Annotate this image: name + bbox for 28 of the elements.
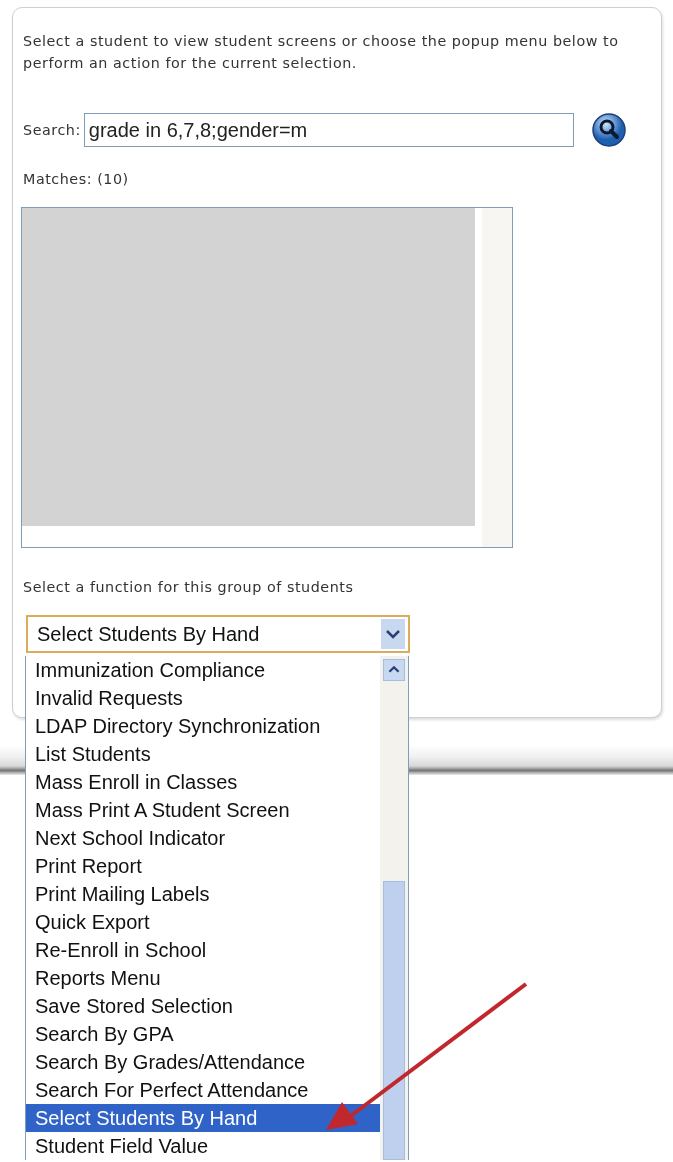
dropdown-option[interactable]: Select Students By Hand	[26, 1104, 380, 1132]
dropdown-option[interactable]: Search For Perfect Attendance	[26, 1076, 380, 1104]
dropdown-option[interactable]: Next School Indicator	[26, 824, 380, 852]
dropdown-option[interactable]: Quick Export	[26, 908, 380, 936]
dropdown-option[interactable]: Mass Enroll in Classes	[26, 768, 380, 796]
dropdown-option[interactable]: Immunization Compliance	[26, 656, 380, 684]
dropdown-option[interactable]: Mass Print A Student Screen	[26, 796, 380, 824]
search-icon[interactable]	[590, 112, 627, 148]
search-label: Search:	[23, 121, 81, 140]
matches-count: Matches: (10)	[23, 170, 130, 189]
search-field[interactable]: grade in 6,7,8;gender=m	[83, 113, 574, 147]
dropdown-option[interactable]: List Students	[26, 740, 380, 768]
dropdown-option[interactable]: Print Mailing Labels	[26, 880, 380, 908]
function-dropdown[interactable]: Select Students By Hand	[26, 615, 410, 653]
dropdown-option[interactable]: Re-Enroll in School	[26, 936, 380, 964]
dropdown-option[interactable]: LDAP Directory Synchronization	[26, 712, 380, 740]
dropdown-option[interactable]: Save Stored Selection	[26, 992, 380, 1020]
instructions-text: Select a student to view student screens or choose the popup menu below to perform an action for the current selection.	[23, 32, 620, 73]
scrollbar[interactable]	[380, 656, 408, 1160]
scrollbar[interactable]	[482, 208, 512, 547]
dropdown-option[interactable]: Print Report	[26, 852, 380, 880]
dropdown-option[interactable]: Invalid Requests	[26, 684, 380, 712]
dropdown-option[interactable]: Search By GPA	[26, 1020, 380, 1048]
scroll-up-icon[interactable]	[383, 659, 405, 681]
dropdown-option[interactable]: Reports Menu	[26, 964, 380, 992]
function-label: Select a function for this group of students	[23, 578, 355, 597]
dropdown-option[interactable]: Search By Grades/Attendance	[26, 1048, 380, 1076]
dropdown-option[interactable]: Student Field Value	[26, 1132, 380, 1160]
